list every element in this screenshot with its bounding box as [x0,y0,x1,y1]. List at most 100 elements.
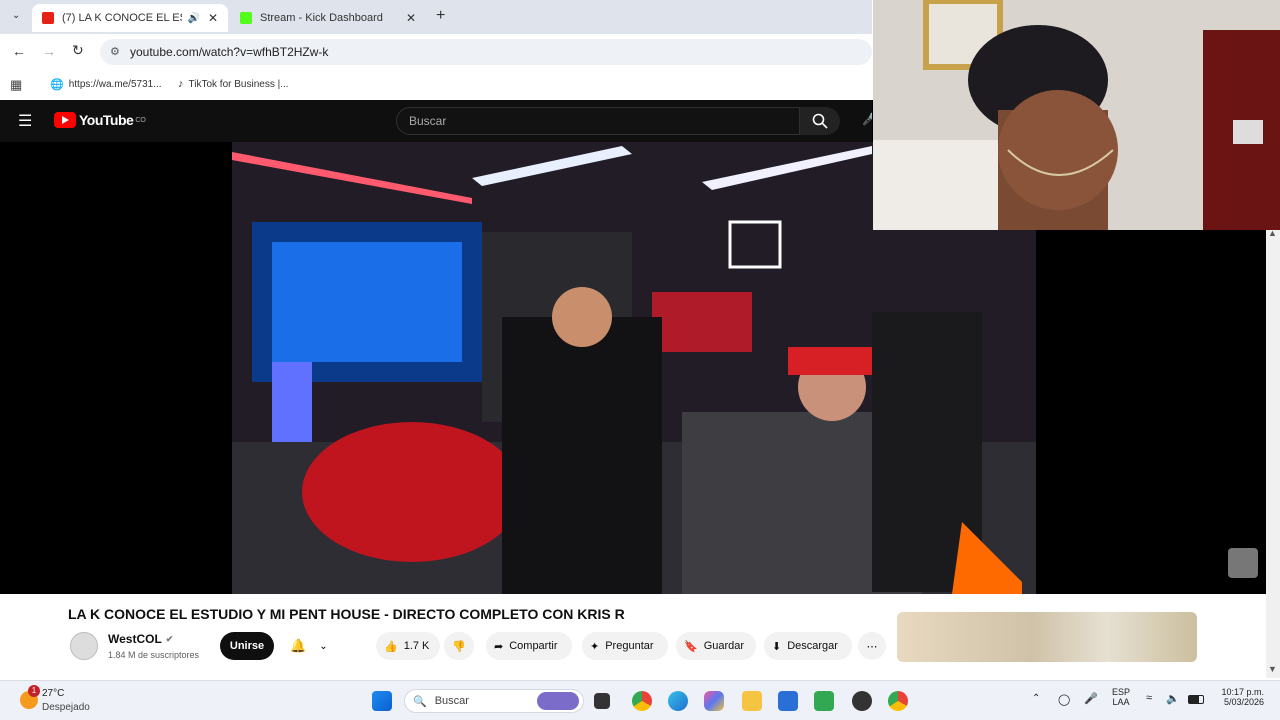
channel-name-text: WestCOL [108,632,162,646]
share-button[interactable]: ➦ Compartir [486,632,572,660]
show-hidden-icons-icon[interactable]: ⌃ [1032,693,1040,704]
weather-desc: Despejado [42,702,90,713]
bookmark-whatsapp[interactable]: 🌐 https://wa.me/5731... [50,78,162,91]
reload-icon[interactable]: ↻ [72,42,84,59]
join-button[interactable]: Unirse [220,632,274,660]
search-placeholder: Buscar [409,114,447,128]
verified-icon: ✔ [165,633,174,644]
kick-favicon-icon [240,12,252,24]
save-label: Guardar [703,640,745,652]
tab-youtube[interactable]: (7) LA K CONOCE EL ESTUDI 🔊 ✕ [32,4,228,32]
save-button[interactable]: 🔖 Guardar [676,632,756,660]
apps-grid-icon[interactable]: ▦ [10,77,22,93]
notifications-button[interactable]: 🔔 ⌄ [284,632,334,660]
battery-icon[interactable] [1188,695,1204,704]
menu-icon[interactable]: ☰ [18,111,32,131]
bookmarks-bar: ▦ 🌐 https://wa.me/5731... ♪ TikTok for B… [0,70,872,100]
join-label: Unirse [229,640,265,652]
tab-kick-dashboard[interactable]: Stream - Kick Dashboard ✕ [230,4,426,32]
mini-avatar-icon[interactable] [1228,548,1258,578]
more-icon: ⋯ [866,640,878,653]
weather-badge: 1 [28,685,40,697]
ask-button[interactable]: ✦ Preguntar [582,632,668,660]
subscriber-count: 1.84 M de suscriptores [108,650,200,660]
bookmark-tiktok[interactable]: ♪ TikTok for Business |... [178,78,289,90]
clock[interactable]: 10:17 p.m. 5/03/2026 [1214,687,1264,707]
url-text: youtube.com/watch?v=wfhBT2HZw-k [130,45,329,59]
search-highlight-icon [537,692,579,710]
tab-title: (7) LA K CONOCE EL ESTUDI [62,12,182,24]
clock-date: 5/03/2026 [1223,697,1264,707]
language-bottom: LAA [1112,697,1130,707]
more-actions-button[interactable]: ⋯ [858,632,886,660]
thumbs-up-icon: 👍 [384,640,398,653]
notepad-icon[interactable] [814,691,834,711]
task-view-icon[interactable] [594,693,610,709]
chrome-profile-icon[interactable] [888,691,908,711]
chevron-down-icon: ⌄ [319,640,328,652]
download-label: Descargar [787,640,838,652]
search-icon [812,113,828,129]
obs-icon[interactable] [852,691,872,711]
file-explorer-icon[interactable] [742,691,762,711]
language-top: ESP [1112,687,1131,697]
related-video-thumbnail[interactable] [897,612,1197,662]
youtube-header: ☰ YouTube CO Buscar 🎤 [0,100,872,142]
volume-icon[interactable]: 🔈 [1166,692,1180,705]
ask-label: Preguntar [605,640,654,652]
close-tab-icon[interactable]: ✕ [406,11,416,25]
download-icon: ⬇ [772,640,782,653]
site-settings-icon[interactable]: ⚙ [110,45,120,58]
language-indicator[interactable]: ESP LAA [1112,687,1130,707]
url-input[interactable]: ⚙ youtube.com/watch?v=wfhBT2HZw-k [100,39,872,65]
tab-title: Stream - Kick Dashboard [260,12,383,24]
channel-avatar[interactable] [70,632,98,660]
channel-name[interactable]: WestCOL ✔ [108,632,173,646]
search-icon: 🔍 [413,695,427,708]
forward-icon[interactable]: → [42,43,56,59]
microphone-icon[interactable]: 🎤 [1084,692,1098,705]
voice-search-icon[interactable]: 🎤 [862,112,872,128]
tab-list-chevron-icon[interactable]: ⌄ [12,10,20,21]
weather-widget[interactable]: 1 27°C Despejado [18,685,108,715]
clock-time: 10:17 p.m. [1221,687,1264,697]
share-icon: ➦ [494,640,504,653]
thumbs-down-icon: 👎 [452,640,466,653]
dislike-button[interactable]: 👎 [444,632,474,660]
bookmark-icon: 🔖 [684,640,698,653]
logo-text: YouTube [79,112,134,128]
like-count: 1.7 K [403,640,430,652]
scroll-down-icon[interactable]: ▼ [1268,664,1277,674]
close-tab-icon[interactable]: ✕ [208,11,218,25]
store-icon[interactable] [778,691,798,711]
globe-icon: 🌐 [50,79,64,91]
bell-icon: 🔔 [290,638,307,653]
copilot-icon[interactable] [704,691,724,711]
back-icon[interactable]: ← [12,43,26,59]
taskbar-search[interactable]: 🔍 Buscar [404,689,584,713]
search-input[interactable]: Buscar [396,107,800,135]
page-scrollbar[interactable]: ▲ ▼ [1266,228,1280,678]
youtube-favicon-icon [42,12,54,24]
address-bar-row: ← → ↻ ⚙ youtube.com/watch?v=wfhBT2HZw-k [0,34,872,70]
chrome-icon[interactable] [632,691,652,711]
like-button[interactable]: 👍 1.7 K [376,632,440,660]
video-info: LA K CONOCE EL ESTUDIO Y MI PENT HOUSE -… [0,594,1266,678]
share-label: Compartir [509,640,558,652]
video-title: LA K CONOCE EL ESTUDIO Y MI PENT HOUSE -… [68,606,625,622]
youtube-logo[interactable]: YouTube CO [54,112,146,128]
sparkle-icon: ✦ [590,640,600,653]
wifi-icon[interactable]: ≈ [1146,692,1152,704]
search-button[interactable] [800,107,840,135]
bookmark-label: https://wa.me/5731... [68,79,162,90]
windows-start-icon[interactable] [372,691,392,711]
speaker-icon[interactable]: 🔊 [188,13,200,24]
edge-icon[interactable] [668,691,688,711]
tiktok-icon: ♪ [178,78,184,90]
country-code: CO [135,116,146,124]
new-tab-icon[interactable]: + [436,7,445,25]
bookmark-label: TikTok for Business |... [188,78,289,90]
download-button[interactable]: ⬇ Descargar [764,632,852,660]
weather-temp: 27°C [42,688,65,699]
network-status-icon[interactable]: ◯ [1058,693,1070,706]
